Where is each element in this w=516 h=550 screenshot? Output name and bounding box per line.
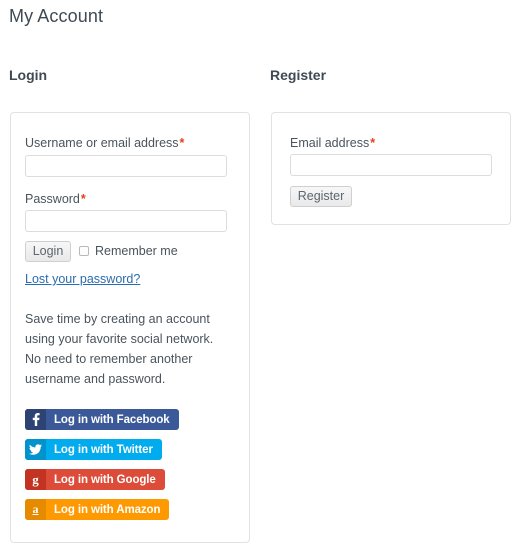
google-login-label: Log in with Google <box>54 473 156 486</box>
username-required-mark: * <box>179 136 185 150</box>
page-title: My Account <box>9 6 104 26</box>
remember-me-field[interactable]: Remember me <box>79 244 178 258</box>
register-panel: Email address* Register <box>271 112 511 225</box>
email-label-text: Email address <box>290 136 370 150</box>
password-label-text: Password <box>25 192 80 206</box>
password-label: Password* <box>25 191 86 207</box>
email-required-mark: * <box>370 136 376 150</box>
register-section-heading: Register <box>270 67 327 83</box>
google-login-button[interactable]: g Log in with Google <box>25 469 165 490</box>
social-promo-text: Save time by creating an account using y… <box>25 312 214 386</box>
amazon-icon: a <box>25 499 46 520</box>
twitter-icon <box>25 439 46 460</box>
google-icon: g <box>25 469 46 490</box>
amazon-login-button[interactable]: a Log in with Amazon <box>25 499 170 520</box>
remember-me-label: Remember me <box>95 244 178 258</box>
email-label: Email address* <box>290 135 375 151</box>
username-input[interactable] <box>25 155 227 177</box>
remember-me-checkbox[interactable] <box>79 246 89 256</box>
password-input[interactable] <box>25 210 227 232</box>
lost-password-link[interactable]: Lost your password? <box>25 272 140 286</box>
twitter-login-label: Log in with Twitter <box>54 443 153 456</box>
username-label: Username or email address* <box>25 135 184 151</box>
facebook-login-label: Log in with Facebook <box>54 413 170 426</box>
facebook-icon <box>25 409 46 430</box>
email-input[interactable] <box>290 154 492 176</box>
login-submit-button[interactable]: Login <box>25 241 71 262</box>
register-submit-button[interactable]: Register <box>290 186 352 207</box>
username-label-text: Username or email address <box>25 136 179 150</box>
social-login-list: Log in with Facebook Log in with Twitter… <box>25 409 179 529</box>
facebook-login-button[interactable]: Log in with Facebook <box>25 409 179 430</box>
my-account-page: My Account Login Register Username or em… <box>0 0 516 550</box>
twitter-login-button[interactable]: Log in with Twitter <box>25 439 162 460</box>
password-required-mark: * <box>80 192 86 206</box>
amazon-login-label: Log in with Amazon <box>54 503 161 516</box>
login-section-heading: Login <box>9 67 48 83</box>
